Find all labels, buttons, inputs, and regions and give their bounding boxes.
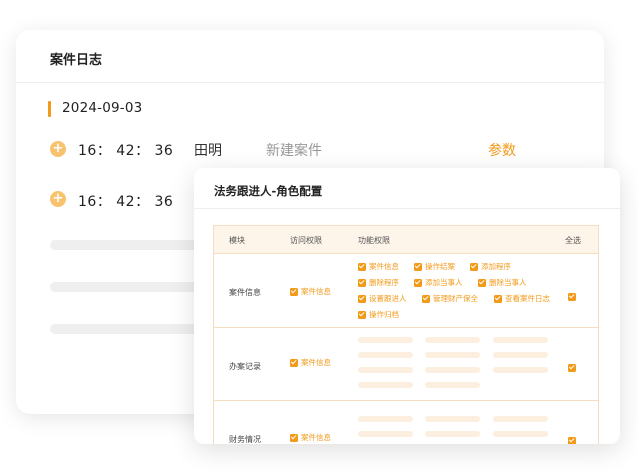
select-all-checkbox[interactable] xyxy=(568,430,576,444)
function-placeholder xyxy=(493,367,548,373)
role-config-title: 法务跟进人-角色配置 xyxy=(214,184,323,198)
column-header-module: 模块 xyxy=(229,236,245,245)
params-link[interactable]: 参数 xyxy=(488,140,516,160)
module-name: 财务情况 xyxy=(229,435,261,444)
skeleton-line xyxy=(50,240,200,250)
access-checkbox[interactable]: 案件信息 xyxy=(290,432,331,443)
function-placeholder xyxy=(358,382,413,388)
module-name: 案件信息 xyxy=(229,288,261,297)
function-placeholder xyxy=(493,337,548,343)
function-placeholder xyxy=(493,416,548,422)
role-config-card: 法务跟进人-角色配置 模块 访问权限 功能权限 全选 案件信息 案件信息 案件信… xyxy=(194,168,620,444)
function-checkbox[interactable]: 管理财产保全 xyxy=(422,293,478,304)
function-checkbox[interactable]: 案件信息 xyxy=(358,261,399,272)
function-checkbox[interactable]: 查看案件日志 xyxy=(494,293,550,304)
column-header-access: 访问权限 xyxy=(290,236,322,245)
table-row: 办案记录 案件信息 xyxy=(214,328,598,401)
table-row: 案件信息 案件信息 案件信息 操作结案 添加程序 删除程序 添加当事人 删除当事… xyxy=(214,254,598,328)
function-checkbox[interactable]: 添加程序 xyxy=(470,261,511,272)
function-checkbox[interactable]: 删除程序 xyxy=(358,277,399,288)
skeleton-line xyxy=(50,282,200,292)
case-log-title: 案件日志 xyxy=(50,53,103,68)
function-placeholder xyxy=(425,352,480,358)
column-header-select-all: 全选 xyxy=(565,236,581,245)
column-header-functions: 功能权限 xyxy=(358,236,390,245)
entry-time: 16： 42： 36 xyxy=(78,143,174,159)
function-placeholder xyxy=(425,431,480,437)
function-placeholder xyxy=(425,382,480,388)
function-placeholder xyxy=(425,416,480,422)
function-placeholder xyxy=(493,352,548,358)
module-name: 办案记录 xyxy=(229,362,261,371)
function-checkbox[interactable]: 添加当事人 xyxy=(414,277,463,288)
function-placeholder xyxy=(358,416,413,422)
divider xyxy=(16,82,604,83)
table-header: 模块 访问权限 功能权限 全选 xyxy=(214,226,598,254)
entry-action: 新建案件 xyxy=(266,143,322,159)
function-checkbox[interactable]: 操作归档 xyxy=(358,309,399,320)
function-checkbox[interactable]: 操作结案 xyxy=(414,261,455,272)
entry-user: 田明 xyxy=(194,143,222,159)
permission-table: 模块 访问权限 功能权限 全选 案件信息 案件信息 案件信息 操作结案 添加程序… xyxy=(213,225,599,444)
function-placeholder xyxy=(425,337,480,343)
access-checkbox[interactable]: 案件信息 xyxy=(290,286,331,297)
function-placeholder xyxy=(358,337,413,343)
date-marker xyxy=(48,101,51,117)
expand-icon[interactable]: + xyxy=(50,141,66,157)
function-placeholder xyxy=(493,431,548,437)
select-all-checkbox[interactable] xyxy=(568,286,576,305)
function-placeholder xyxy=(425,367,480,373)
function-checkbox[interactable]: 设置跟进人 xyxy=(358,293,407,304)
select-all-checkbox[interactable] xyxy=(568,357,576,376)
function-placeholder xyxy=(358,352,413,358)
function-placeholder xyxy=(358,431,413,437)
function-placeholder xyxy=(358,367,413,373)
divider xyxy=(194,208,620,209)
expand-icon[interactable]: + xyxy=(50,191,66,207)
access-checkbox[interactable]: 案件信息 xyxy=(290,357,331,368)
skeleton-line xyxy=(50,324,200,334)
table-row: 财务情况 案件信息 xyxy=(214,401,598,444)
entry-time: 16： 42： 36 xyxy=(78,194,174,210)
function-checkbox[interactable]: 删除当事人 xyxy=(478,277,527,288)
log-date: 2024-09-03 xyxy=(62,100,143,116)
